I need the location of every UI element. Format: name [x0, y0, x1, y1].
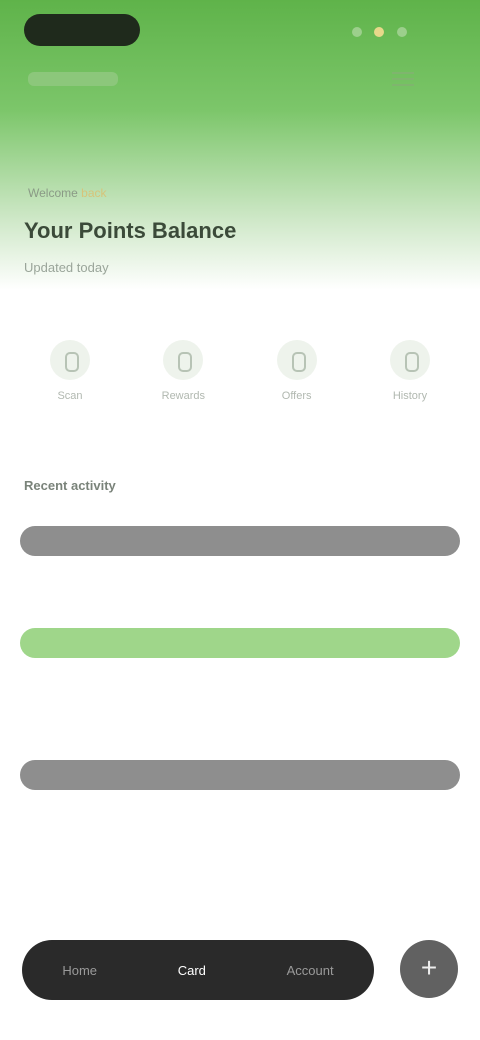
action-label: Rewards [161, 390, 206, 402]
list-item[interactable] [24, 804, 456, 828]
list-item[interactable] [24, 672, 456, 696]
nav-account[interactable]: Account [287, 963, 334, 978]
header-subtitle-placeholder [28, 72, 118, 86]
action-scan[interactable]: Scan [24, 340, 116, 450]
status-icons [352, 24, 440, 37]
signal-icon [352, 27, 362, 37]
action-history[interactable]: History [364, 340, 456, 450]
history-icon [389, 340, 430, 380]
scan-icon [50, 340, 90, 380]
offers-icon [276, 340, 317, 380]
action-label: Scan [57, 390, 83, 402]
eyebrow-highlight: back [81, 186, 107, 200]
action-rewards[interactable]: Rewards [137, 340, 229, 450]
activity-group-header-active[interactable] [20, 628, 460, 658]
activity-group-header[interactable] [20, 760, 460, 790]
section-title: Recent activity [24, 478, 116, 493]
nav-home[interactable]: Home [62, 963, 97, 978]
battery-icon [374, 27, 385, 37]
bottom-nav: Home Card Account [22, 940, 374, 1000]
list-item[interactable] [24, 706, 456, 730]
activity-group-header[interactable] [20, 526, 460, 556]
hero-eyebrow: Welcome back [28, 186, 107, 200]
rewards-icon [163, 340, 204, 380]
action-label: History [392, 390, 428, 402]
hamburger-icon[interactable] [392, 68, 414, 90]
app-logo [24, 14, 140, 46]
page-title: Your Points Balance [24, 218, 237, 243]
list-item[interactable] [24, 570, 456, 594]
eyebrow-prefix: Welcome [28, 186, 78, 200]
page-subtitle: Updated today [24, 260, 109, 275]
nav-card[interactable]: Card [178, 963, 206, 978]
action-offers[interactable]: Offers [251, 340, 343, 450]
notification-icon [396, 27, 407, 37]
quick-actions: Scan Rewards Offers History [24, 340, 456, 450]
action-label: Offers [281, 390, 312, 402]
add-button[interactable]: + [400, 940, 458, 998]
